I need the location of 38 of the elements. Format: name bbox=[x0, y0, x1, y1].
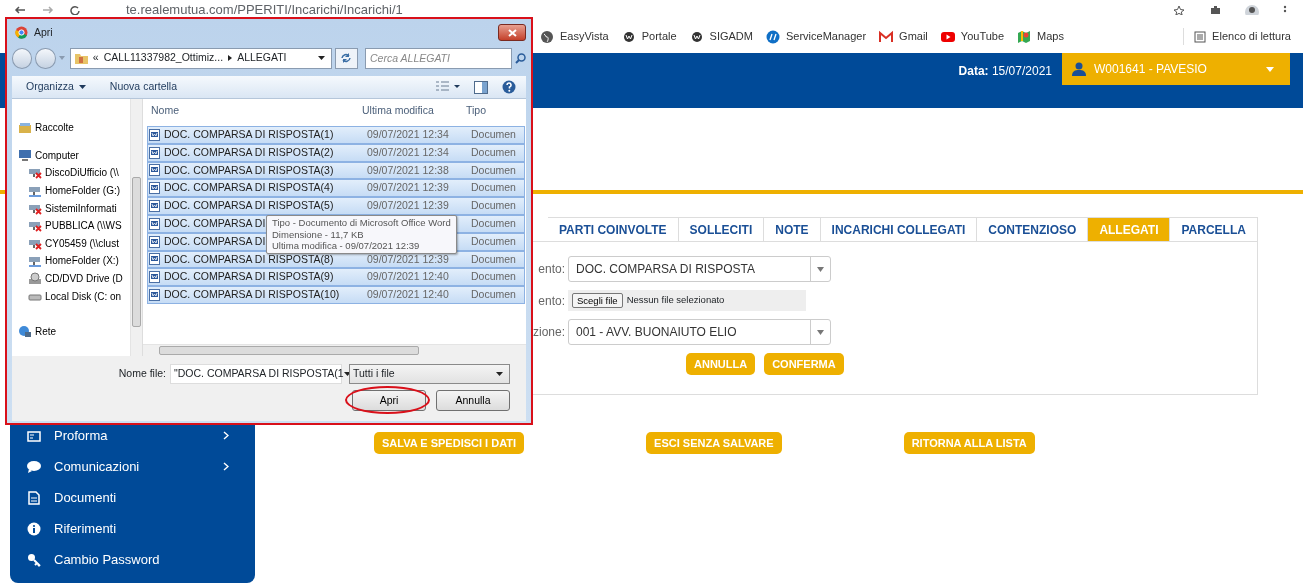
file-type: Documen bbox=[470, 198, 517, 214]
file-name: DOC. COMPARSA DI RISPOSTA(10) bbox=[164, 287, 340, 303]
file-date: 09/07/2021 12:39 bbox=[366, 198, 450, 214]
file-date: 09/07/2021 12:39 bbox=[366, 251, 450, 267]
file-type: Documen bbox=[470, 127, 517, 142]
file-type: Documen bbox=[470, 144, 517, 160]
file-name: DOC. COMPARSA DI RISPOSTA(4) bbox=[164, 180, 334, 196]
file-name: DOC. COMPARSA DI bbox=[164, 233, 266, 249]
file-name: DOC. COMPARSA DI RISPOSTA(1) bbox=[164, 127, 334, 142]
file-date: 09/07/2021 12:40 bbox=[366, 269, 450, 285]
file-date: 09/07/2021 12:34 bbox=[366, 127, 450, 142]
tooltip-text: Dimensione - 11,7 KB bbox=[272, 228, 365, 240]
file-name: DOC. COMPARSA DI bbox=[164, 216, 266, 231]
header-date: Data: 15/07/2021 bbox=[958, 63, 1052, 80]
file-date: 09/07/2021 12:39 bbox=[366, 180, 450, 196]
field-label: zione: bbox=[532, 325, 565, 339]
file-name: DOC. COMPARSA DI RISPOSTA(5) bbox=[164, 198, 334, 214]
tooltip-text: Tipo - Documento di Microsoft Office Word bbox=[272, 217, 451, 229]
file-status-text: Nessun file selezionato bbox=[626, 293, 725, 308]
file-type: Documen bbox=[470, 269, 517, 285]
file-date: 09/07/2021 12:34 bbox=[366, 144, 450, 160]
file-date: 09/07/2021 12:38 bbox=[366, 162, 450, 178]
file-type: Documen bbox=[470, 287, 517, 303]
file-date: 09/07/2021 12:40 bbox=[366, 287, 450, 303]
file-type: Documen bbox=[470, 251, 517, 267]
file-type: Documen bbox=[470, 233, 517, 249]
dialog-title: Apri bbox=[34, 24, 53, 40]
file-name: DOC. COMPARSA DI RISPOSTA(2) bbox=[164, 144, 334, 160]
file-type: Documen bbox=[470, 216, 517, 231]
field-label: ento: bbox=[538, 293, 565, 308]
file-name: DOC. COMPARSA DI RISPOSTA(3) bbox=[164, 162, 334, 178]
field-label: ento: bbox=[538, 262, 565, 276]
file-name-label: Nome file: bbox=[117, 365, 167, 381]
tooltip-text: Ultima modifica - 09/07/2021 12:39 bbox=[272, 240, 421, 252]
file-name: DOC. COMPARSA DI RISPOSTA(8) bbox=[164, 251, 334, 267]
file-name: DOC. COMPARSA DI RISPOSTA(9) bbox=[164, 269, 334, 285]
file-type: Documen bbox=[470, 180, 517, 196]
file-type: Documen bbox=[470, 162, 517, 178]
